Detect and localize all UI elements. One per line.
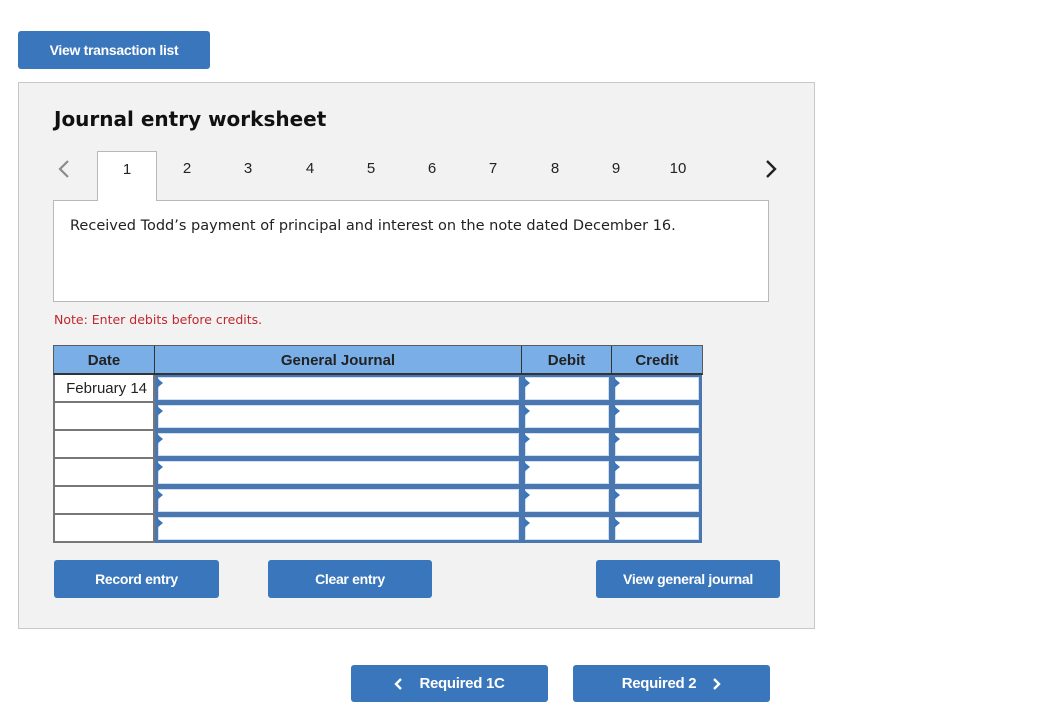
chevron-left-icon bbox=[58, 159, 70, 179]
debit-input[interactable] bbox=[522, 431, 612, 459]
tab-10[interactable]: 10 bbox=[648, 151, 708, 201]
view-general-journal-button[interactable]: View general journal bbox=[596, 560, 780, 598]
next-required-label: Required 2 bbox=[621, 675, 697, 692]
prev-required-button[interactable]: Required 1C bbox=[351, 665, 548, 702]
table-row: February 14 bbox=[53, 375, 703, 403]
tab-1[interactable]: 1 bbox=[97, 151, 157, 201]
table-row bbox=[53, 515, 703, 543]
prev-transaction-button[interactable] bbox=[49, 151, 79, 187]
worksheet-title: Journal entry worksheet bbox=[54, 107, 327, 131]
next-required-button[interactable]: Required 2 bbox=[573, 665, 770, 702]
credit-input[interactable] bbox=[612, 403, 702, 431]
date-cell bbox=[53, 431, 155, 459]
account-input[interactable] bbox=[155, 375, 522, 403]
chevron-left-icon bbox=[394, 677, 403, 691]
transaction-description-box: Received Todd’s payment of principal and… bbox=[53, 200, 769, 302]
tab-3[interactable]: 3 bbox=[218, 151, 278, 201]
account-input[interactable] bbox=[155, 459, 522, 487]
date-cell bbox=[53, 403, 155, 431]
debit-input[interactable] bbox=[522, 515, 612, 543]
debit-input[interactable] bbox=[522, 487, 612, 515]
credit-input[interactable] bbox=[612, 375, 702, 403]
credit-input[interactable] bbox=[612, 487, 702, 515]
table-row bbox=[53, 487, 703, 515]
account-input[interactable] bbox=[155, 515, 522, 543]
tab-9[interactable]: 9 bbox=[586, 151, 646, 201]
journal-entry-table: Date General Journal Debit Credit Februa… bbox=[53, 345, 703, 543]
transaction-description: Received Todd’s payment of principal and… bbox=[70, 218, 676, 234]
date-cell bbox=[53, 459, 155, 487]
tab-6[interactable]: 6 bbox=[402, 151, 462, 201]
table-header: Date General Journal Debit Credit bbox=[53, 345, 703, 375]
debits-before-credits-note: Note: Enter debits before credits. bbox=[54, 312, 263, 327]
date-cell bbox=[53, 487, 155, 515]
tab-8[interactable]: 8 bbox=[525, 151, 585, 201]
clear-entry-button[interactable]: Clear entry bbox=[268, 560, 432, 598]
debit-input[interactable] bbox=[522, 403, 612, 431]
header-debit: Debit bbox=[522, 346, 612, 374]
account-input[interactable] bbox=[155, 431, 522, 459]
credit-input[interactable] bbox=[612, 459, 702, 487]
tab-5[interactable]: 5 bbox=[341, 151, 401, 201]
account-input[interactable] bbox=[155, 487, 522, 515]
table-row bbox=[53, 459, 703, 487]
transaction-tabs: 1 2 3 4 5 6 7 8 9 10 bbox=[19, 151, 816, 201]
credit-input[interactable] bbox=[612, 431, 702, 459]
record-entry-button[interactable]: Record entry bbox=[54, 560, 219, 598]
account-input[interactable] bbox=[155, 403, 522, 431]
date-cell bbox=[53, 515, 155, 543]
table-row bbox=[53, 431, 703, 459]
debit-input[interactable] bbox=[522, 375, 612, 403]
table-row bbox=[53, 403, 703, 431]
chevron-right-icon bbox=[765, 159, 777, 179]
tab-4[interactable]: 4 bbox=[280, 151, 340, 201]
tab-2[interactable]: 2 bbox=[157, 151, 217, 201]
debit-input[interactable] bbox=[522, 459, 612, 487]
tab-7[interactable]: 7 bbox=[463, 151, 523, 201]
date-cell: February 14 bbox=[53, 375, 155, 403]
chevron-right-icon bbox=[712, 677, 721, 691]
next-transaction-button[interactable] bbox=[756, 151, 786, 187]
header-date: Date bbox=[54, 346, 155, 374]
prev-required-label: Required 1C bbox=[419, 675, 505, 692]
header-general-journal: General Journal bbox=[155, 346, 522, 374]
header-credit: Credit bbox=[635, 351, 679, 369]
journal-entry-worksheet: Journal entry worksheet 1 2 3 4 5 6 7 8 … bbox=[18, 82, 815, 629]
credit-input[interactable] bbox=[612, 515, 702, 543]
view-transaction-list-button[interactable]: View transaction list bbox=[18, 31, 210, 69]
